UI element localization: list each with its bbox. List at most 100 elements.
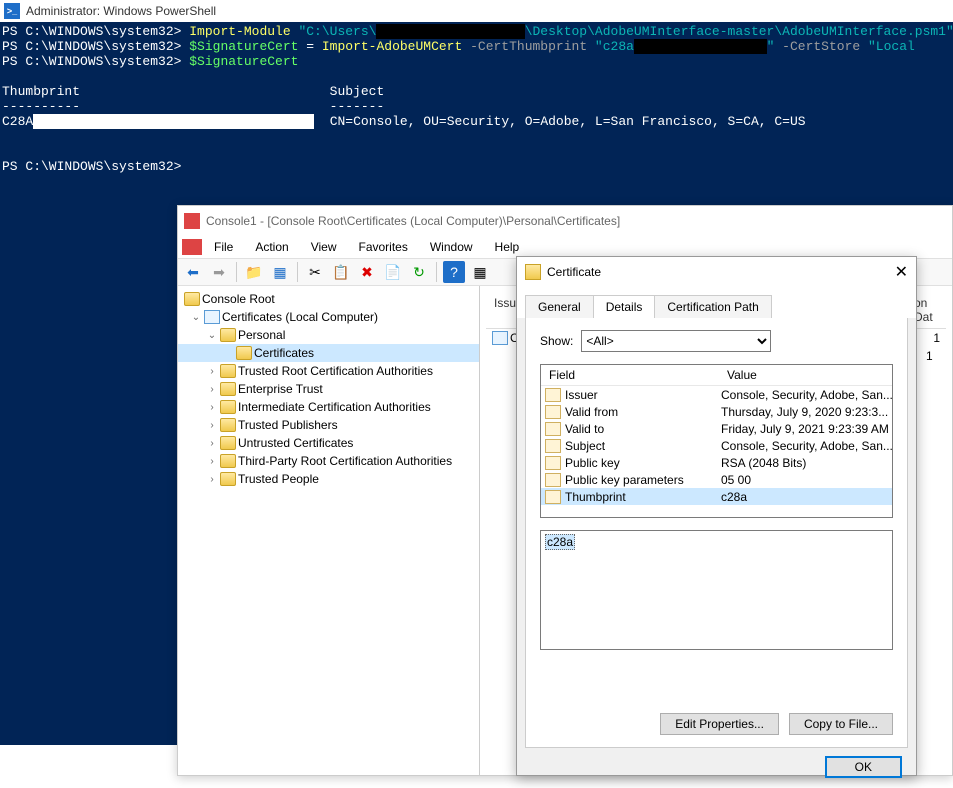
field-value: 05 00 <box>721 473 892 487</box>
mmc-tree[interactable]: Console Root ⌄ Certificates (Local Compu… <box>178 286 480 775</box>
ps-divider: ---------- <box>2 99 80 114</box>
show-row: Show: <All> <box>540 330 893 352</box>
tab-certification-path[interactable]: Certification Path <box>654 295 771 318</box>
field-icon <box>545 490 561 504</box>
value-display-box[interactable]: c28a <box>540 530 893 650</box>
field-name: Public key <box>563 456 721 470</box>
ps-string: "c28a <box>595 39 634 54</box>
field-row[interactable]: Valid fromThursday, July 9, 2020 9:23:3.… <box>541 403 892 420</box>
folder-icon <box>220 418 236 432</box>
delete-button[interactable]: ✖ <box>356 261 378 283</box>
field-row[interactable]: Valid toFriday, July 9, 2021 9:23:39 AM <box>541 420 892 437</box>
back-button[interactable]: ⬅ <box>182 261 204 283</box>
edit-properties-button[interactable]: Edit Properties... <box>660 713 779 735</box>
expand-icon[interactable]: › <box>206 456 218 467</box>
field-icon <box>545 456 561 470</box>
list-col-issued[interactable]: Issued <box>486 292 506 328</box>
powershell-titlebar[interactable]: >_ Administrator: Windows PowerShell <box>0 0 953 22</box>
mmc-titlebar[interactable]: Console1 - [Console Root\Certificates (L… <box>178 206 952 236</box>
field-list[interactable]: Field Value IssuerConsole, Security, Ado… <box>540 364 893 518</box>
collapse-icon[interactable]: ⌄ <box>206 330 218 341</box>
field-value: c28a <box>721 490 892 504</box>
mmc-title: Console1 - [Console Root\Certificates (L… <box>206 214 620 228</box>
toolbar-separator <box>436 262 437 282</box>
certificate-icon <box>492 331 508 345</box>
forward-button[interactable]: ➡ <box>208 261 230 283</box>
expand-icon[interactable]: › <box>206 366 218 377</box>
field-name: Valid to <box>563 422 721 436</box>
powershell-content[interactable]: PS C:\WINDOWS\system32> Import-Module "C… <box>0 22 953 174</box>
export-button[interactable]: ▦ <box>469 261 491 283</box>
folder-icon <box>220 382 236 396</box>
expand-icon[interactable]: › <box>206 420 218 431</box>
menu-action[interactable]: Action <box>245 238 298 256</box>
certificate-title: Certificate <box>547 265 601 279</box>
folder-icon <box>184 292 200 306</box>
tree-console-root[interactable]: Console Root <box>178 290 479 308</box>
certificate-icon <box>525 264 541 280</box>
tree-item[interactable]: › Trusted People <box>178 470 479 488</box>
ps-string: "Local <box>868 39 915 54</box>
tree-label: Trusted Root Certification Authorities <box>238 364 433 378</box>
field-value: Thursday, July 9, 2020 9:23:3... <box>721 405 892 419</box>
menu-window[interactable]: Window <box>420 238 483 256</box>
properties-button[interactable]: 📄 <box>382 261 404 283</box>
certificate-titlebar[interactable]: Certificate ✕ <box>517 257 916 287</box>
show-hide-button[interactable]: ▦ <box>269 261 291 283</box>
tree-item[interactable]: › Intermediate Certification Authorities <box>178 398 479 416</box>
field-name: Subject <box>563 439 721 453</box>
ps-cmdlet: Import-Module <box>189 24 298 39</box>
help-button[interactable]: ? <box>443 261 465 283</box>
folder-icon <box>220 472 236 486</box>
certificate-body: Show: <All> Field Value IssuerConsole, S… <box>525 318 908 748</box>
ok-row: OK <box>517 756 916 788</box>
value-text: c28a <box>545 534 575 550</box>
ps-text: = <box>298 39 321 54</box>
tree-label: Trusted People <box>238 472 319 486</box>
folder-icon <box>220 328 236 342</box>
folder-icon <box>236 346 252 360</box>
tree-item[interactable]: ›Untrusted Certificates <box>178 434 479 452</box>
ok-button[interactable]: OK <box>825 756 902 778</box>
field-icon <box>545 473 561 487</box>
copy-to-file-button[interactable]: Copy to File... <box>789 713 893 735</box>
close-button[interactable]: ✕ <box>895 262 908 282</box>
menu-view[interactable]: View <box>301 238 347 256</box>
field-row[interactable]: IssuerConsole, Security, Adobe, San... <box>541 386 892 403</box>
tab-general[interactable]: General <box>525 295 594 318</box>
up-button[interactable]: 📁 <box>243 261 265 283</box>
list-cell: 1 <box>926 349 933 363</box>
expand-icon[interactable]: › <box>206 402 218 413</box>
field-row[interactable]: Public keyRSA (2048 Bits) <box>541 454 892 471</box>
redacted-text: XXXXXXXXXXXXXXXXXXXXXXXXXXXXXXXXXXXX <box>33 114 314 129</box>
menu-file[interactable]: File <box>204 238 243 256</box>
tree-item[interactable]: › Trusted Root Certification Authorities <box>178 362 479 380</box>
tree-label: Intermediate Certification Authorities <box>238 400 431 414</box>
tab-details[interactable]: Details <box>593 295 656 318</box>
ps-prompt: PS C:\WINDOWS\system32> <box>2 24 189 39</box>
expand-icon[interactable]: › <box>206 384 218 395</box>
tree-certificates-computer[interactable]: ⌄ Certificates (Local Computer) <box>178 308 479 326</box>
expand-icon[interactable]: › <box>206 438 218 449</box>
menu-help[interactable]: Help <box>485 238 530 256</box>
tree-label: Trusted Publishers <box>238 418 338 432</box>
expand-icon[interactable]: › <box>206 474 218 485</box>
field-row[interactable]: Thumbprintc28a <box>541 488 892 505</box>
copy-button[interactable]: 📋 <box>330 261 352 283</box>
field-row[interactable]: Public key parameters05 00 <box>541 471 892 488</box>
field-row[interactable]: SubjectConsole, Security, Adobe, San... <box>541 437 892 454</box>
tree-certificates[interactable]: Certificates <box>178 344 479 362</box>
ps-param: -CertStore <box>774 39 868 54</box>
menu-favorites[interactable]: Favorites <box>349 238 418 256</box>
value-column-header[interactable]: Value <box>719 365 765 385</box>
field-column-header[interactable]: Field <box>541 365 719 385</box>
cut-button[interactable]: ✂ <box>304 261 326 283</box>
ps-prompt: PS C:\WINDOWS\system32> <box>2 39 189 54</box>
tree-item[interactable]: ›Third-Party Root Certification Authorit… <box>178 452 479 470</box>
tree-personal[interactable]: ⌄ Personal <box>178 326 479 344</box>
tree-item[interactable]: › Trusted Publishers <box>178 416 479 434</box>
refresh-button[interactable]: ↻ <box>408 261 430 283</box>
show-select[interactable]: <All> <box>581 330 771 352</box>
tree-item[interactable]: ›Enterprise Trust <box>178 380 479 398</box>
collapse-icon[interactable]: ⌄ <box>190 312 202 323</box>
